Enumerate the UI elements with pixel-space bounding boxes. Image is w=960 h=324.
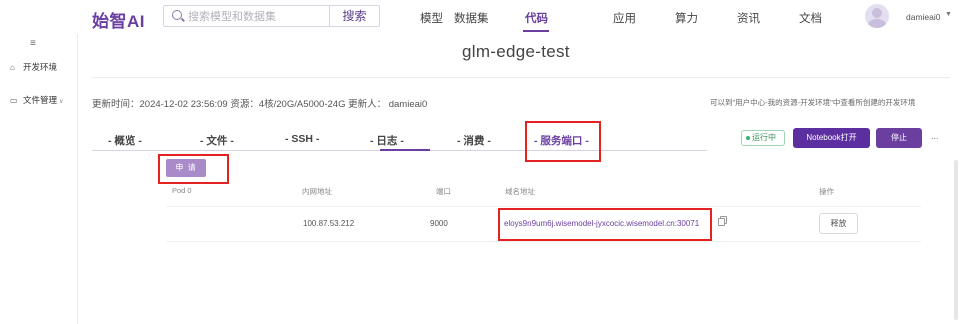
column-header-internal-ip: 内网地址 [302, 187, 332, 196]
divider [92, 77, 950, 78]
column-header-action: 操作 [819, 187, 834, 196]
env-hint-text: 可以到"用户中心-我的资源-开发环境"中查看所创建的开发环境 [710, 98, 916, 107]
tab-active-indicator [380, 149, 430, 151]
search-icon [172, 10, 182, 20]
search-input[interactable] [188, 9, 328, 24]
status-label: 运行中 [752, 133, 776, 142]
nav-item-docs[interactable]: 文档 [799, 10, 822, 26]
home-icon: ⌂ [10, 63, 15, 72]
column-header-port: 端口 [436, 187, 451, 196]
status-dot-icon [746, 135, 750, 140]
nav-item-news[interactable]: 资讯 [737, 10, 760, 26]
tab-logs[interactable]: - 日志 - [370, 133, 404, 148]
chevron-down-icon[interactable]: ▼ [945, 11, 952, 18]
column-header-pod: Pod 0 [172, 186, 192, 195]
tab-overview[interactable]: - 概览 - [108, 133, 142, 148]
sidebar-item-file-manager[interactable]: ▭ 文件管理 ∨ [10, 94, 63, 106]
highlight-box-apply [158, 154, 229, 184]
cell-internal-ip: 100.87.53.212 [303, 219, 355, 228]
sidebar-item-label: 开发环境 [23, 62, 58, 72]
cell-port: 9000 [430, 219, 448, 228]
search-box: 搜索 [163, 5, 380, 27]
env-meta-info: 更新时间：2024-12-02 23:56:09 资源：4核/20G/A5000… [92, 99, 428, 110]
nav-active-indicator [523, 30, 549, 32]
copy-icon[interactable] [718, 216, 727, 226]
sidebar: ≡ ⌂ 开发环境 ▭ 文件管理 ∨ [0, 34, 78, 324]
user-name[interactable]: damieai0 [906, 12, 941, 22]
status-badge: 运行中 [741, 130, 785, 146]
stop-button[interactable]: 停止 [876, 128, 922, 148]
vertical-scrollbar[interactable] [954, 160, 958, 320]
tab-billing[interactable]: - 消费 - [457, 133, 491, 148]
app-root: 始智AI 搜索 模型 数据集 代码 应用 算力 资讯 文档 damieai0 ▼… [0, 0, 960, 324]
highlight-box-domain [498, 208, 712, 241]
more-options-icon[interactable]: ... [931, 131, 939, 141]
tab-ssh[interactable]: - SSH - [285, 133, 319, 145]
nav-item-apps[interactable]: 应用 [613, 10, 636, 26]
tab-files[interactable]: - 文件 - [200, 133, 234, 148]
open-notebook-button[interactable]: Notebook打开 [793, 128, 870, 148]
sidebar-item-dev-env[interactable]: ⌂ 开发环境 [10, 61, 57, 73]
menu-toggle-icon[interactable]: ≡ [30, 38, 36, 49]
release-button[interactable]: 释放 [819, 213, 858, 234]
chevron-down-icon: ∨ [59, 99, 64, 105]
user-avatar[interactable] [865, 4, 889, 28]
search-button[interactable]: 搜索 [329, 6, 379, 26]
nav-item-code[interactable]: 代码 [525, 10, 548, 26]
column-header-domain: 域名地址 [505, 187, 535, 196]
site-logo[interactable]: 始智AI [92, 7, 145, 32]
nav-item-datasets[interactable]: 数据集 [454, 10, 489, 26]
sidebar-item-label: 文件管理 [23, 95, 58, 105]
top-navbar: 始智AI 搜索 模型 数据集 代码 应用 算力 资讯 文档 damieai0 ▼ [0, 0, 960, 34]
nav-item-models[interactable]: 模型 [420, 10, 443, 26]
folder-icon: ▭ [10, 96, 18, 105]
nav-item-compute[interactable]: 算力 [675, 10, 698, 26]
page-title: glm-edge-test [462, 42, 570, 61]
highlight-box-tab [525, 121, 601, 162]
